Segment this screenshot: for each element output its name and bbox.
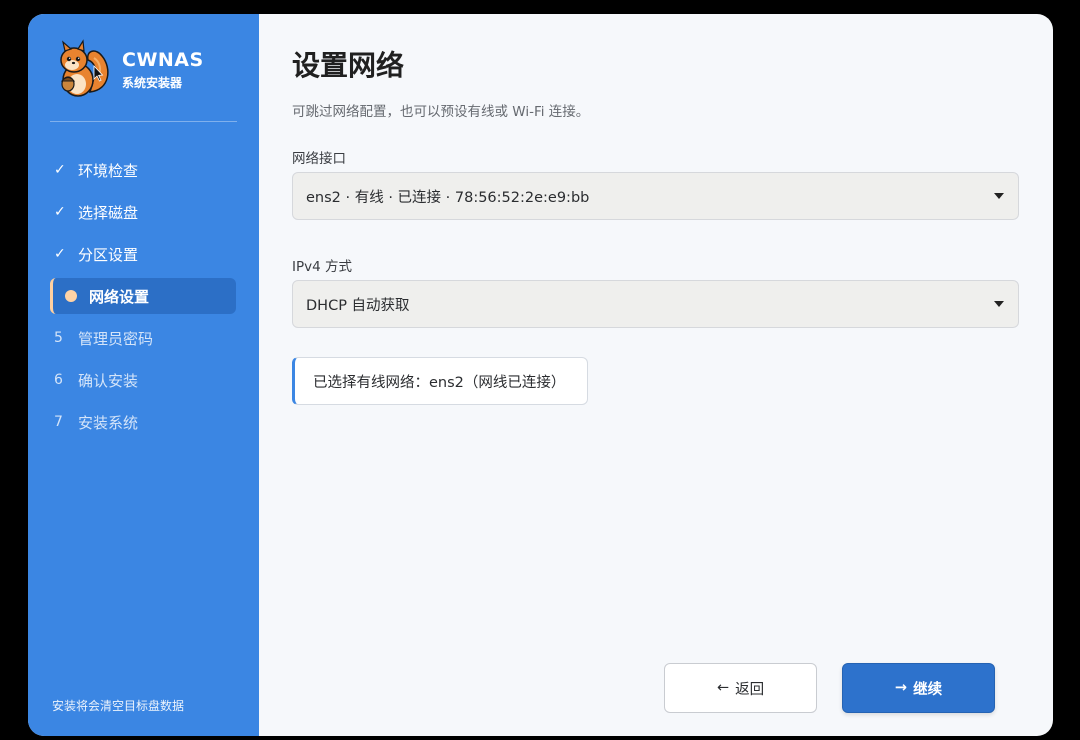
step-env-check: ✓ 环境检查 (50, 152, 236, 188)
ipv4-label: IPv4 方式 (292, 259, 352, 275)
arrow-left-icon: ← (716, 680, 730, 696)
check-icon: ✓ (54, 204, 66, 220)
step-number: 5 (54, 330, 63, 346)
squirrel-icon (50, 38, 114, 102)
step-label: 网络设置 (89, 287, 150, 306)
step-select-disk: ✓ 选择磁盘 (50, 194, 236, 230)
continue-button[interactable]: → 继续 (842, 663, 995, 713)
arrow-right-icon: → (894, 680, 908, 696)
sidebar: CWNAS 系统安装器 ✓ 环境检查 ✓ 选择磁盘 ✓ 分区设置 网络设置 5 … (28, 14, 259, 736)
step-label: 选择磁盘 (78, 203, 139, 222)
step-network: 网络设置 (50, 278, 236, 314)
ipv4-value: DHCP 自动获取 (306, 297, 410, 314)
step-label: 分区设置 (78, 245, 139, 264)
interface-label: 网络接口 (292, 151, 346, 167)
step-confirm: 6 确认安装 (50, 362, 236, 398)
network-status-info: 已选择有线网络：ens2（网线已连接） (292, 357, 589, 405)
ipv4-method-select[interactable]: DHCP 自动获取 (292, 280, 1019, 328)
back-button-label: 返回 (735, 681, 765, 698)
step-admin-password: 5 管理员密码 (50, 320, 236, 356)
brand-name: CWNAS (122, 49, 204, 71)
check-icon: ✓ (54, 162, 66, 178)
step-number: 6 (54, 372, 63, 388)
main-panel: 设置网络 可跳过网络配置，也可以预设有线或 Wi-Fi 连接。 网络接口 ens… (259, 14, 1053, 736)
sidebar-divider (50, 121, 237, 122)
step-number: 7 (54, 414, 63, 430)
check-icon: ✓ (54, 246, 66, 262)
back-button[interactable]: ← 返回 (664, 663, 817, 713)
brand: CWNAS 系统安装器 (50, 38, 204, 102)
continue-button-label: 继续 (913, 681, 943, 698)
step-partition: ✓ 分区设置 (50, 236, 236, 272)
step-list: ✓ 环境检查 ✓ 选择磁盘 ✓ 分区设置 网络设置 5 管理员密码 6 确认安装 (50, 152, 236, 446)
warning-footer: 安装将会清空目标盘数据 (52, 699, 185, 713)
step-label: 管理员密码 (78, 329, 154, 348)
page-title: 设置网络 (292, 49, 405, 82)
interface-select[interactable]: ens2 · 有线 · 已连接 · 78:56:52:2e:e9:bb (292, 172, 1019, 220)
interface-value: ens2 · 有线 · 已连接 · 78:56:52:2e:e9:bb (306, 189, 590, 206)
brand-subtitle: 系统安装器 (122, 76, 183, 90)
caret-down-icon (994, 193, 1004, 199)
step-install: 7 安装系统 (50, 404, 236, 440)
step-label: 安装系统 (78, 413, 139, 432)
caret-down-icon (994, 301, 1004, 307)
installer-window: CWNAS 系统安装器 ✓ 环境检查 ✓ 选择磁盘 ✓ 分区设置 网络设置 5 … (28, 14, 1053, 736)
step-label: 环境检查 (78, 161, 139, 180)
page-description: 可跳过网络配置，也可以预设有线或 Wi-Fi 连接。 (292, 104, 590, 120)
active-dot-icon (65, 290, 77, 302)
network-status-text: 已选择有线网络：ens2（网线已连接） (313, 374, 566, 391)
step-label: 确认安装 (78, 371, 139, 390)
